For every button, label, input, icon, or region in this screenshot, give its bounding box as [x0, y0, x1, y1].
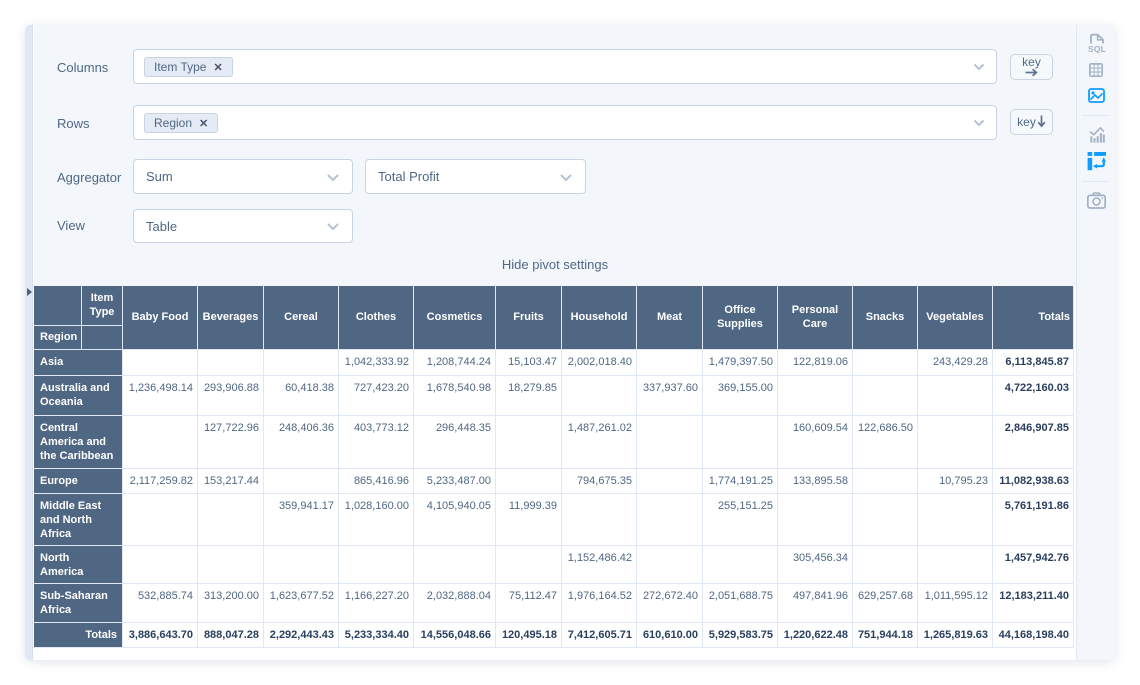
svg-text:SQL: SQL	[1088, 44, 1106, 53]
